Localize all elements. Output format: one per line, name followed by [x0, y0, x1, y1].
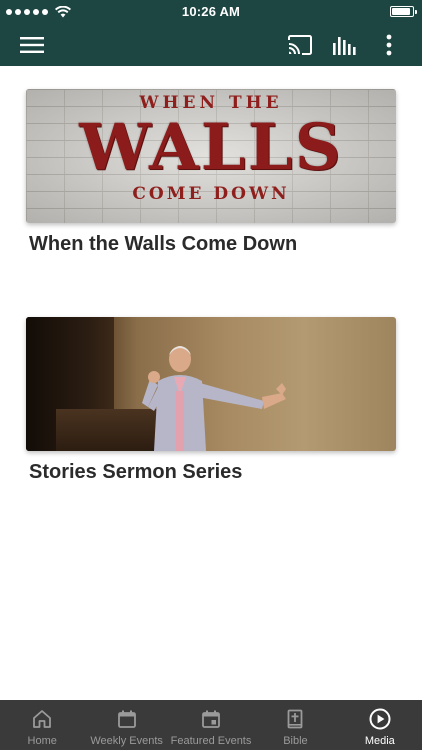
nav-home[interactable]: Home	[0, 700, 84, 750]
nav-bible[interactable]: Bible	[253, 700, 337, 750]
equalizer-button[interactable]	[326, 24, 362, 66]
nav-label: Media	[364, 735, 395, 747]
battery-icon	[390, 6, 417, 17]
status-time: 10:26 AM	[181, 4, 241, 19]
nav-media[interactable]: Media	[338, 700, 422, 750]
bottom-navigation: Home Weekly Events Featured Events Bible…	[0, 700, 422, 750]
media-series-card[interactable]: Stories Sermon Series	[26, 317, 396, 484]
media-list: WHEN THE WALLS COME DOWN When the Walls …	[0, 66, 422, 700]
home-icon	[31, 708, 53, 730]
calendar-event-icon	[200, 708, 222, 730]
series-title[interactable]: Stories Sermon Series	[29, 461, 396, 484]
play-circle-icon	[369, 708, 391, 730]
preacher-figure	[142, 346, 286, 451]
artwork-text-main: WALLS	[79, 110, 343, 185]
bible-icon	[284, 708, 306, 730]
nav-featured-events[interactable]: Featured Events	[169, 700, 253, 750]
menu-icon	[20, 37, 44, 53]
cast-button[interactable]	[282, 24, 318, 66]
cast-icon	[288, 35, 312, 55]
series-artwork[interactable]	[26, 317, 396, 451]
app-bar	[0, 24, 422, 66]
nav-label: Featured Events	[170, 735, 252, 747]
battery-level	[392, 8, 411, 15]
status-bar: 10:26 AM	[0, 0, 422, 24]
nav-label: Weekly Events	[90, 735, 163, 747]
menu-button[interactable]	[14, 24, 50, 66]
media-series-card[interactable]: WHEN THE WALLS COME DOWN When the Walls …	[26, 89, 396, 256]
more-options-button[interactable]	[374, 24, 404, 66]
nav-label: Home	[27, 735, 57, 747]
nav-label: Bible	[283, 735, 308, 747]
equalizer-icon	[333, 37, 356, 55]
series-title[interactable]: When the Walls Come Down	[29, 233, 396, 256]
artwork-text-bottom: COME DOWN	[132, 184, 290, 204]
calendar-icon	[116, 708, 138, 730]
battery-nub	[415, 10, 417, 14]
series-artwork[interactable]: WHEN THE WALLS COME DOWN	[26, 89, 396, 223]
nav-weekly-events[interactable]: Weekly Events	[84, 700, 168, 750]
more-vertical-icon	[386, 34, 392, 56]
